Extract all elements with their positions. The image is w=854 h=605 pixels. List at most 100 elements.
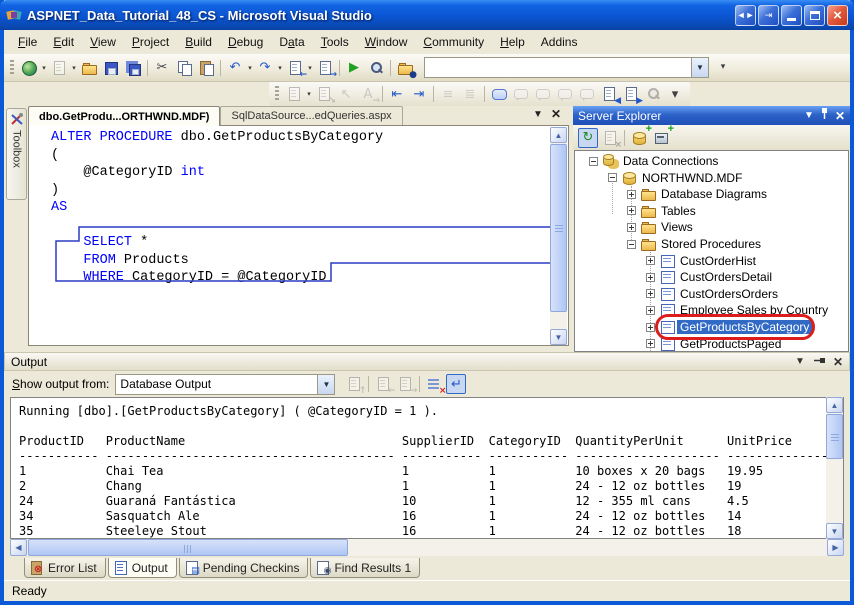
tree-expander[interactable] <box>608 173 617 182</box>
menu-item-window[interactable]: Window <box>357 32 416 52</box>
connect-database-icon[interactable]: + <box>629 128 649 148</box>
increase-indent-icon[interactable]: ⇥ <box>409 84 429 104</box>
scroll-down-icon[interactable]: ▼ <box>550 329 567 345</box>
window-switch-button[interactable]: ◄► <box>735 5 756 26</box>
scrollbar-thumb[interactable] <box>28 539 348 556</box>
code-editor[interactable]: ALTER PROCEDURE dbo.GetProductsByCategor… <box>28 126 569 346</box>
title-bar[interactable]: ASPNET_Data_Tutorial_48_CS - Microsoft V… <box>0 0 854 30</box>
font-style-icon[interactable]: A→ <box>358 84 378 104</box>
page-forward-icon[interactable]: ▶ <box>621 84 641 104</box>
tree-item-getproductspaged[interactable]: GetProductsPaged <box>646 336 784 352</box>
navigate-backward-icon-dropdown[interactable]: ▾ <box>306 64 314 72</box>
window-position-icon[interactable]: ▼ <box>804 110 814 121</box>
comment-bubble-icon-1[interactable] <box>511 84 531 104</box>
bottom-tab-pending-checkins[interactable]: Pending Checkins <box>179 558 309 578</box>
menu-item-view[interactable]: View <box>82 32 124 52</box>
preview-icon[interactable] <box>366 58 386 78</box>
find-in-files-icon[interactable]: ● <box>395 58 415 78</box>
select-pointer-icon[interactable]: ↖ <box>336 84 356 104</box>
redo-icon[interactable]: ↷ <box>255 58 275 78</box>
scrollbar-thumb[interactable] <box>826 414 843 459</box>
tree-item-custordersorders[interactable]: CustOrdersOrders <box>646 286 781 302</box>
menu-item-data[interactable]: Data <box>271 32 312 52</box>
output-horizontal-scrollbar[interactable]: ◀ ▶ <box>10 539 844 556</box>
window-position-icon[interactable]: ▼ <box>795 356 805 367</box>
connect-server-icon[interactable]: + <box>651 128 671 148</box>
tree-item-tables[interactable]: Tables <box>627 203 699 219</box>
toolbar-options-icon[interactable]: ▾ <box>665 84 685 104</box>
menu-item-project[interactable]: Project <box>124 32 177 52</box>
tree-item-custorderhist[interactable]: CustOrderHist <box>646 253 759 269</box>
scrollbar-thumb[interactable] <box>550 144 567 312</box>
cut-icon[interactable]: ✂ <box>152 58 172 78</box>
menu-item-edit[interactable]: Edit <box>45 32 82 52</box>
page-back-icon[interactable]: ◀ <box>599 84 619 104</box>
output-vertical-scrollbar[interactable]: ▲ ▼ <box>826 397 843 539</box>
output-body[interactable]: Running [dbo].[GetProductsByCategory] ( … <box>10 397 844 539</box>
tree-expander[interactable] <box>646 306 655 315</box>
clear-all-icon[interactable]: × <box>424 374 444 394</box>
tree-item-custordersdetail[interactable]: CustOrdersDetail <box>646 269 775 285</box>
save-icon[interactable] <box>101 58 121 78</box>
menu-item-debug[interactable]: Debug <box>220 32 271 52</box>
window-undock-button[interactable]: ⇥ <box>758 5 779 26</box>
comment-bubble-icon-2[interactable] <box>533 84 553 104</box>
toolbar-grip[interactable] <box>275 86 279 102</box>
toolbox-tab[interactable]: Toolbox <box>6 108 27 200</box>
scroll-up-icon[interactable]: ▲ <box>550 127 567 143</box>
goto-source-icon[interactable]: ↑ <box>344 374 364 394</box>
tree-expander[interactable] <box>646 323 655 332</box>
start-debugging-icon[interactable]: ▶ <box>344 58 364 78</box>
pin-icon[interactable] <box>813 356 825 368</box>
menu-item-addins[interactable]: Addins <box>533 32 586 52</box>
tree-expander[interactable] <box>646 273 655 282</box>
comment-bubble-icon-4[interactable] <box>577 84 597 104</box>
tree-item-employee-sales-by-country[interactable]: Employee Sales by Country <box>646 302 831 318</box>
bullet-list-icon[interactable]: ≡ <box>438 84 458 104</box>
save-all-icon[interactable] <box>123 58 143 78</box>
menu-item-help[interactable]: Help <box>492 32 533 52</box>
tree-expander[interactable] <box>627 240 636 249</box>
add-item-icon[interactable] <box>49 58 69 78</box>
numbered-list-icon[interactable]: ≣ <box>460 84 480 104</box>
previous-message-icon[interactable]: ← <box>373 374 393 394</box>
scroll-right-icon[interactable]: ▶ <box>827 539 844 556</box>
stop-refresh-icon[interactable]: × <box>600 128 620 148</box>
add-item-icon-dropdown[interactable]: ▾ <box>70 64 78 72</box>
tree-expander[interactable] <box>646 339 655 348</box>
menu-item-community[interactable]: Community <box>415 32 492 52</box>
tree-item-northwnd-mdf[interactable]: NORTHWND.MDF <box>608 170 745 186</box>
decrease-indent-icon[interactable]: ⇤ <box>387 84 407 104</box>
change-type-icon[interactable]: ↘ <box>314 84 334 104</box>
redo-icon-dropdown[interactable]: ▾ <box>276 64 284 72</box>
tree-expander[interactable] <box>627 190 636 199</box>
tree-expander[interactable] <box>627 206 636 215</box>
pin-icon[interactable] <box>820 108 829 123</box>
tree-item-stored-procedures[interactable]: Stored Procedures <box>627 236 764 252</box>
close-icon[interactable]: ✕ <box>835 109 845 123</box>
menu-item-tools[interactable]: Tools <box>313 32 357 52</box>
paste-icon[interactable] <box>196 58 216 78</box>
menu-item-file[interactable]: File <box>10 32 45 52</box>
document-list-dropdown-icon[interactable]: ▼ <box>533 109 543 120</box>
navigate-backward-icon[interactable]: ← <box>285 58 305 78</box>
bottom-tab-find-results-1[interactable]: Find Results 1 <box>310 558 420 578</box>
server-explorer-titlebar[interactable]: Server Explorer ▼ ✕ <box>573 106 850 125</box>
bottom-tab-output[interactable]: Output <box>108 558 177 578</box>
pane-diagram-icon[interactable] <box>284 84 304 104</box>
new-website-icon[interactable] <box>19 58 39 78</box>
bottom-tab-error-list[interactable]: Error List <box>24 558 106 578</box>
find-combo-dropdown-icon[interactable]: ▼ <box>691 58 708 77</box>
tree-expander[interactable] <box>627 223 636 232</box>
scroll-down-icon[interactable]: ▼ <box>826 523 843 539</box>
pane-diagram-icon-dropdown[interactable]: ▾ <box>305 90 313 98</box>
rounded-rect-icon[interactable] <box>489 84 509 104</box>
close-document-icon[interactable]: ✕ <box>551 107 561 121</box>
minimize-button[interactable] <box>781 5 802 26</box>
tab-sqldatasource-page[interactable]: SqlDataSource...edQueries.aspx <box>220 106 402 125</box>
word-wrap-icon[interactable]: ↵ <box>446 374 466 394</box>
new-website-icon-dropdown[interactable]: ▾ <box>40 64 48 72</box>
output-source-dropdown-icon[interactable]: ▼ <box>317 375 334 394</box>
tree-expander[interactable] <box>646 256 655 265</box>
tree-item-views[interactable]: Views <box>627 219 696 235</box>
